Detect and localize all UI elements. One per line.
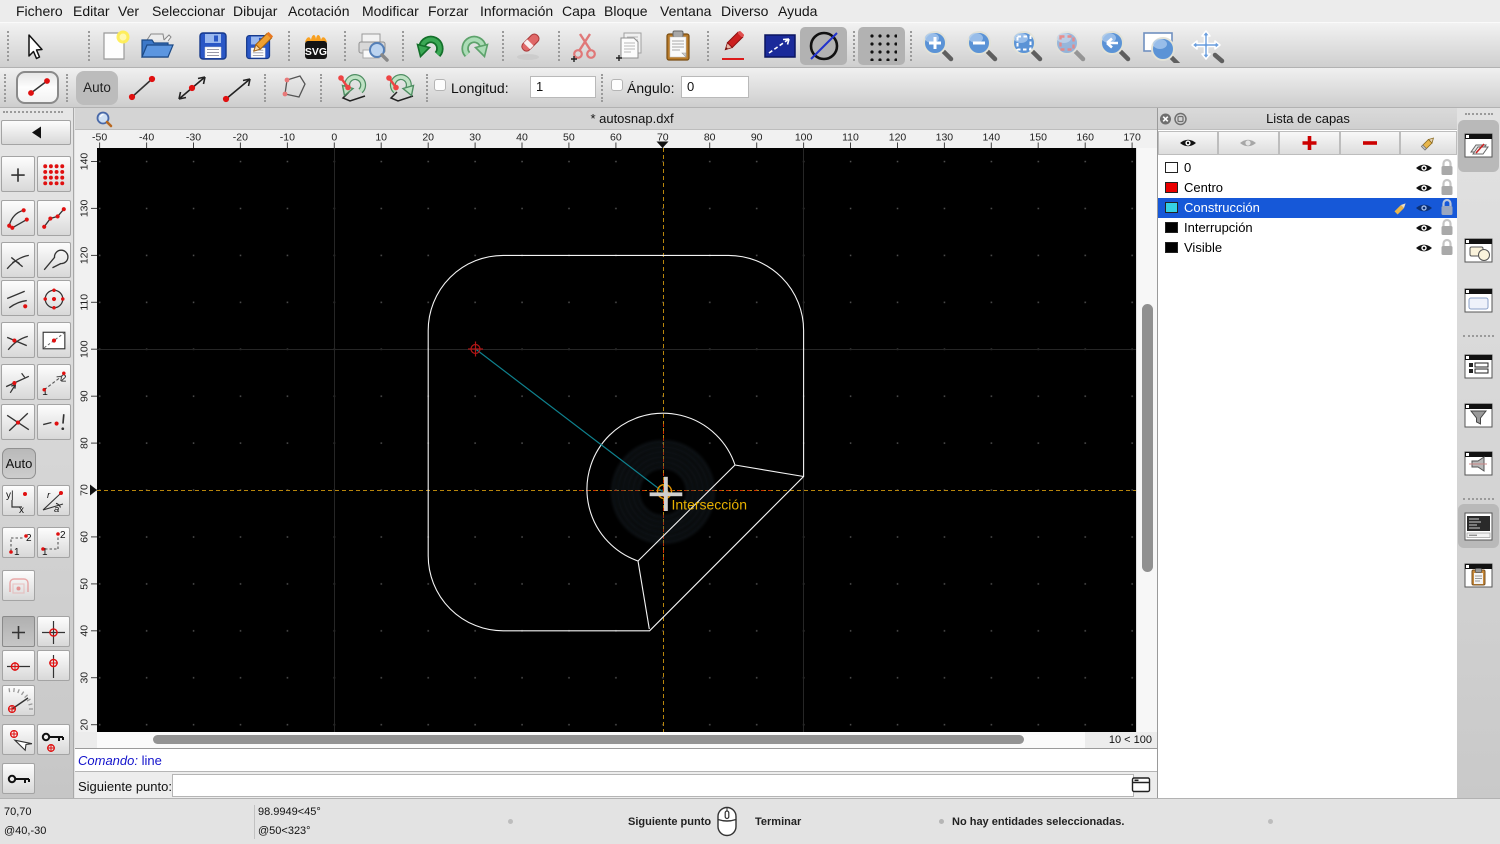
svg-text:-20: -20 [233, 132, 248, 144]
svg-text:40: 40 [516, 132, 528, 144]
svg-text:-30: -30 [186, 132, 201, 144]
svg-text:70: 70 [79, 484, 91, 496]
svg-text:1: 1 [14, 547, 20, 557]
svg-text:-10: -10 [280, 132, 295, 144]
svg-text:140: 140 [79, 153, 91, 171]
svg-text:30: 30 [469, 132, 481, 144]
svg-text:140: 140 [983, 132, 1001, 144]
svg-text:50: 50 [563, 132, 575, 144]
svg-text:60: 60 [79, 531, 91, 543]
svg-text:160: 160 [1076, 132, 1094, 144]
svg-text:0: 0 [331, 132, 337, 144]
svg-text:20: 20 [422, 132, 434, 144]
svg-text:80: 80 [79, 437, 91, 449]
svg-text:-50: -50 [92, 132, 107, 144]
svg-text:r: r [47, 490, 51, 501]
svg-text:y|: y| [6, 490, 14, 501]
svg-text:130: 130 [79, 199, 91, 217]
svg-text:110: 110 [79, 294, 91, 311]
svg-text:50: 50 [79, 578, 91, 590]
svg-text:20: 20 [79, 719, 91, 731]
svg-text:130: 130 [936, 132, 954, 144]
svg-text:150: 150 [1029, 132, 1047, 144]
svg-text:90: 90 [751, 132, 763, 144]
svg-text:120: 120 [889, 132, 907, 144]
svg-text:Intersección: Intersección [672, 497, 747, 513]
svg-text:2: 2 [60, 530, 66, 541]
svg-text:170: 170 [1123, 132, 1141, 144]
svg-text:100: 100 [795, 132, 813, 144]
svg-text:-40: -40 [139, 132, 154, 144]
svg-text:60: 60 [610, 132, 622, 144]
svg-text:100: 100 [79, 340, 91, 358]
svg-text:SVG: SVG [305, 46, 327, 58]
svg-text:80: 80 [704, 132, 716, 144]
svg-text:90: 90 [79, 390, 91, 402]
svg-text:2: 2 [60, 373, 66, 384]
svg-text:120: 120 [79, 246, 91, 264]
svg-text:10: 10 [375, 132, 387, 144]
svg-text:110: 110 [842, 132, 859, 144]
svg-text:a: a [54, 504, 59, 515]
svg-text:30: 30 [79, 672, 91, 684]
svg-text:40: 40 [79, 625, 91, 637]
